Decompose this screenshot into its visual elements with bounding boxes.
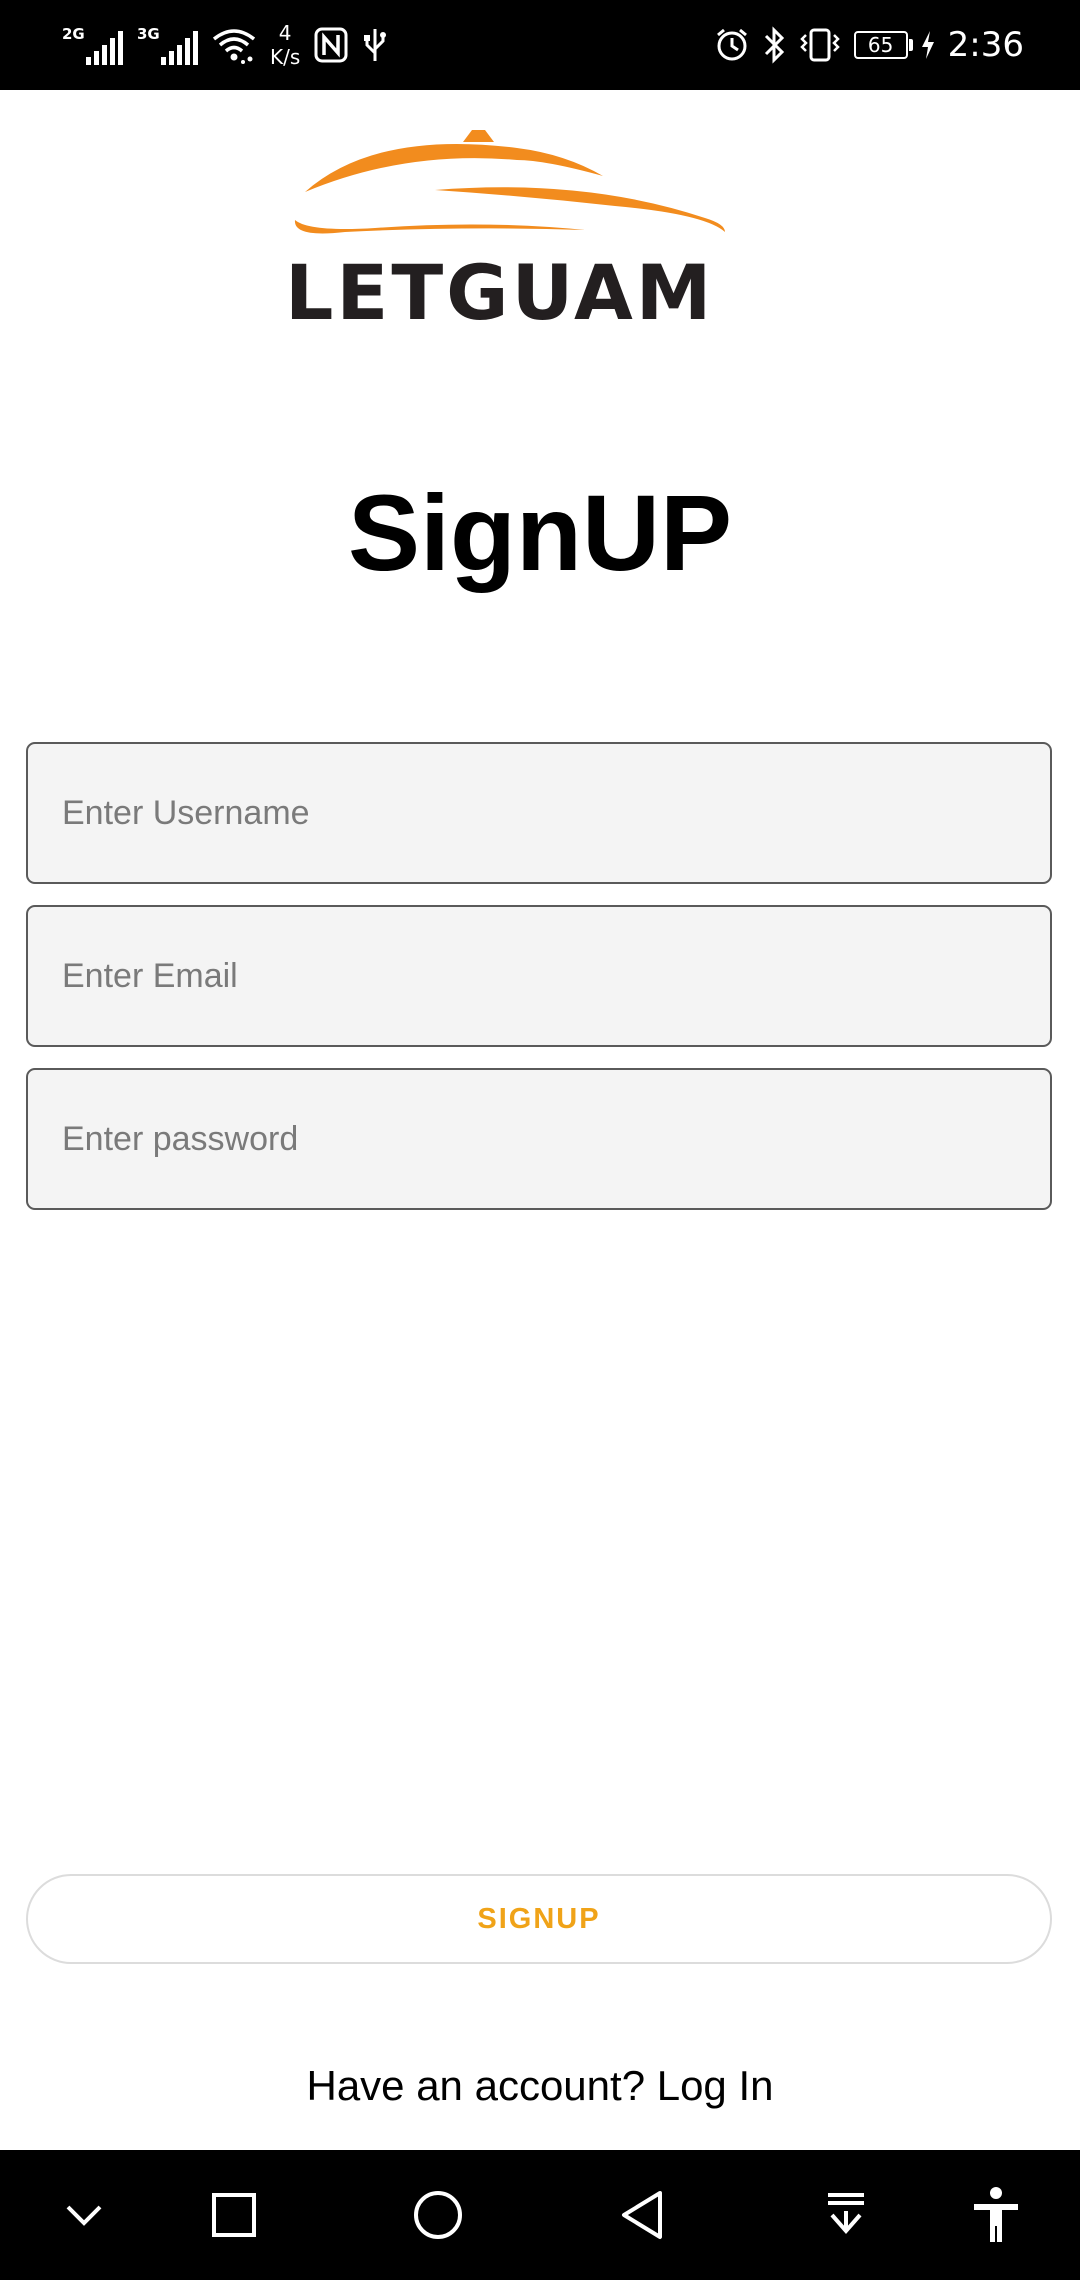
status-bar: 2G 3G 4 K/s 65 2:36 [0, 0, 1080, 90]
email-input[interactable] [28, 907, 1050, 1045]
password-input[interactable] [28, 1070, 1050, 1208]
status-left: 2G 3G 4 K/s [62, 18, 388, 72]
page-title: SignUP [347, 472, 732, 593]
battery-icon: 65 [853, 31, 913, 59]
navigation-bar [0, 2150, 1080, 2280]
battery-level: 65 [867, 33, 894, 57]
download-tray-icon[interactable] [806, 2150, 886, 2280]
email-field-box [26, 905, 1052, 1047]
login-link[interactable]: Have an account? Log In [0, 2062, 1080, 2110]
nfc-icon [314, 27, 348, 63]
charging-icon [921, 31, 934, 59]
car-swoosh-logo [294, 130, 725, 234]
wifi-icon [212, 29, 256, 64]
accessibility-icon[interactable] [956, 2150, 1036, 2280]
triangle-back-icon[interactable] [602, 2150, 682, 2280]
signal-sim2-icon: 3G [137, 25, 198, 65]
status-right: 65 2:36 [714, 18, 1024, 72]
speed-value: 4 [278, 21, 292, 45]
password-field-box [26, 1068, 1052, 1210]
signup-button[interactable]: SIGNUP [26, 1874, 1052, 1964]
username-field-box [26, 742, 1052, 884]
circle-home-icon[interactable] [398, 2150, 478, 2280]
speed-unit: K/s [270, 45, 301, 69]
sim2-generation: 3G [137, 25, 160, 43]
chevron-down-icon[interactable] [44, 2150, 124, 2280]
username-input[interactable] [28, 744, 1050, 882]
signup-button-label: SIGNUP [477, 1902, 601, 1935]
sim1-generation: 2G [62, 25, 85, 43]
letguam-logo: LETGUAM [285, 120, 735, 340]
signal-sim1-icon: 2G [62, 25, 123, 65]
network-speed: 4 K/s [270, 21, 300, 69]
usb-icon [364, 29, 387, 61]
bluetooth-icon [764, 26, 784, 64]
clock: 2:36 [947, 25, 1024, 65]
square-icon[interactable] [194, 2150, 274, 2280]
vibrate-icon [799, 28, 840, 62]
logo-wordmark: LETGUAM [285, 248, 715, 337]
alarm-icon [716, 28, 747, 61]
